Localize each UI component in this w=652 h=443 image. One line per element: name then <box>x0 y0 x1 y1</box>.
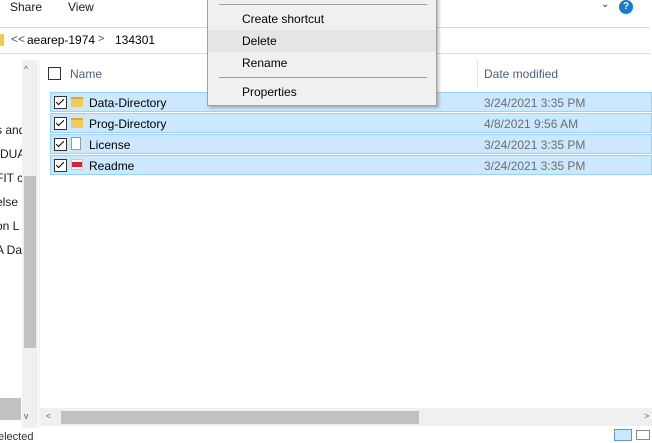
scroll-right-icon[interactable]: > <box>644 411 649 421</box>
file-date: 3/24/2021 3:35 PM <box>484 159 586 173</box>
file-name: Prog-Directory <box>89 117 167 131</box>
nav-item[interactable]: on L <box>0 219 19 233</box>
nav-hscroll-thumb[interactable] <box>0 398 21 420</box>
menu-item-label[interactable]: Create shortcut <box>242 12 324 26</box>
nav-item[interactable]: A Da <box>0 243 22 257</box>
tab-share[interactable]: Share <box>10 0 42 14</box>
file-name: License <box>89 138 131 152</box>
row-checkbox[interactable] <box>54 96 67 109</box>
folder-icon <box>71 118 83 128</box>
file-date: 4/8/2021 9:56 AM <box>484 117 579 131</box>
tab-view[interactable]: View <box>68 0 94 14</box>
file-name: Data-Directory <box>89 96 167 110</box>
help-icon[interactable]: ? <box>619 0 633 14</box>
pane-divider[interactable] <box>39 60 40 432</box>
scroll-left-icon[interactable]: < <box>46 411 51 421</box>
menu-item-label[interactable]: Properties <box>242 85 297 99</box>
status-text: elected <box>0 431 34 443</box>
horizontal-scrollbar-thumb[interactable] <box>61 411 419 424</box>
select-all-checkbox[interactable] <box>48 67 61 80</box>
scroll-down-icon[interactable]: v <box>24 411 29 421</box>
folder-icon <box>0 34 4 46</box>
file-date: 3/24/2021 3:35 PM <box>484 138 586 152</box>
chevron-down-icon[interactable]: ⌄ <box>601 0 609 10</box>
folder-icon <box>71 97 83 107</box>
menu-separator <box>219 77 427 78</box>
file-name: Readme <box>89 159 135 173</box>
document-icon <box>71 137 81 150</box>
nav-item[interactable]: FIT c <box>0 171 23 185</box>
breadcrumb-item-aearep[interactable]: aearep-1974 <box>27 33 95 47</box>
file-date: 3/24/2021 3:35 PM <box>484 96 586 110</box>
row-checkbox[interactable] <box>54 117 67 130</box>
scroll-up-icon[interactable]: ^ <box>24 64 28 74</box>
menu-item-label[interactable]: Delete <box>242 34 277 48</box>
row-checkbox[interactable] <box>54 138 67 151</box>
menu-separator <box>219 4 427 5</box>
row-checkbox[interactable] <box>54 159 67 172</box>
status-bar <box>0 428 652 440</box>
menu-item-label[interactable]: Rename <box>242 56 287 70</box>
large-icons-view-icon[interactable] <box>636 430 650 440</box>
nav-item[interactable]: else <box>0 195 18 209</box>
breadcrumb-item-134301[interactable]: 134301 <box>115 33 155 47</box>
breadcrumb-separator-icon[interactable]: > <box>98 33 104 45</box>
pdf-icon <box>71 159 83 170</box>
address-overflow-icon[interactable]: << <box>11 32 25 46</box>
column-divider[interactable] <box>477 60 478 88</box>
nav-scrollbar-thumb[interactable] <box>24 176 36 348</box>
details-view-icon[interactable] <box>614 429 632 441</box>
column-header-name[interactable]: Name <box>70 67 102 81</box>
column-header-date-modified[interactable]: Date modified <box>484 67 558 81</box>
